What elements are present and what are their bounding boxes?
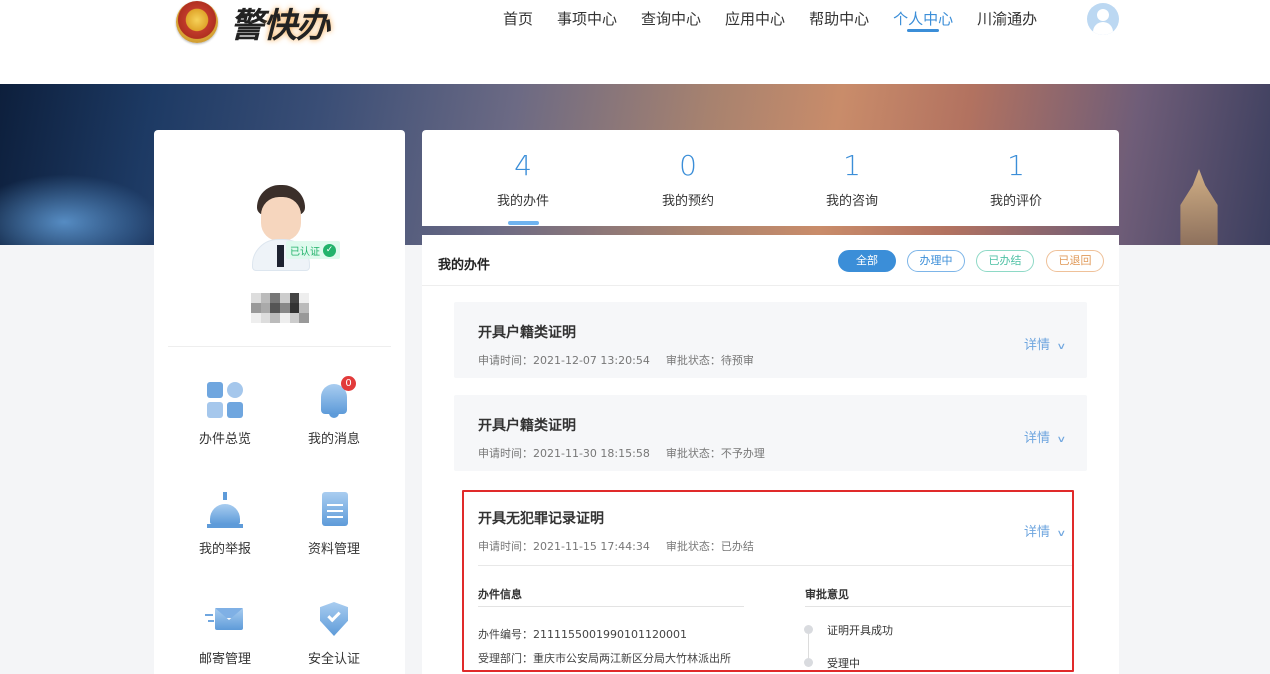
stat-value: 4 <box>514 149 532 182</box>
timeline-step: 受理中 <box>827 657 860 670</box>
menu-overview[interactable]: 办件总览 <box>170 380 280 447</box>
stat-value: 1 <box>1007 149 1025 182</box>
case-item-expanded: 开具无犯罪记录证明 申请时间：2021-11-15 17:44:34 审批状态：已… <box>454 490 1087 674</box>
alarm-icon <box>205 490 245 530</box>
overview-icon <box>205 380 245 420</box>
menu-mail[interactable]: 邮寄管理 <box>170 600 280 667</box>
police-emblem-icon <box>176 1 218 43</box>
menu-label: 资料管理 <box>307 542 360 557</box>
stat-label: 我的预约 <box>661 194 714 209</box>
case-department: 受理部门：重庆市公安局两江新区分局大竹林派出所 <box>478 652 731 665</box>
approval-rule <box>805 606 1071 607</box>
menu-messages[interactable]: 我的消息 <box>279 380 389 447</box>
chevron-down-icon: ∨ <box>1056 342 1067 352</box>
nav-home[interactable]: 首页 <box>503 0 533 38</box>
case-detail-toggle[interactable]: 详情 ∨ <box>1024 334 1067 353</box>
menu-report[interactable]: 我的举报 <box>170 490 280 557</box>
nav-personal[interactable]: 个人中心 <box>893 0 953 38</box>
check-icon: ✓ <box>323 243 336 257</box>
approval-heading: 审批意见 <box>805 588 849 601</box>
nav-matters[interactable]: 事项中心 <box>557 0 617 38</box>
case-title: 开具无犯罪记录证明 <box>478 511 604 527</box>
case-detail-toggle[interactable]: 详情 ∨ <box>1024 427 1067 446</box>
filter-completed-button[interactable]: 已办结 <box>976 250 1034 272</box>
panel-divider <box>422 285 1119 286</box>
mail-icon <box>205 600 245 640</box>
shield-icon <box>314 600 354 640</box>
menu-label: 我的消息 <box>307 432 360 447</box>
verified-badge: 已认证 ✓ <box>286 241 340 259</box>
menu-label: 办件总览 <box>198 432 251 447</box>
menu-security[interactable]: 安全认证 <box>279 600 389 667</box>
top-header: 警快办 首页 事项中心 查询中心 应用中心 帮助中心 个人中心 川渝通办 <box>0 0 1270 84</box>
case-info-heading: 办件信息 <box>478 588 522 601</box>
timeline-step: 证明开具成功 <box>827 624 893 637</box>
filter-returned-button[interactable]: 已退回 <box>1046 250 1104 272</box>
nav-help[interactable]: 帮助中心 <box>809 0 869 38</box>
stat-label: 我的咨询 <box>825 194 878 209</box>
site-logo[interactable]: 警快办 <box>176 0 330 46</box>
expanded-divider <box>478 565 1072 566</box>
stat-my-consultations[interactable]: 1 我的咨询 <box>787 148 917 209</box>
case-item: 开具户籍类证明 申请时间：2021-12-07 13:20:54 审批状态：待预审… <box>454 302 1087 378</box>
nav-apps[interactable]: 应用中心 <box>725 0 785 38</box>
document-icon <box>314 490 354 530</box>
stat-my-appointments[interactable]: 0 我的预约 <box>623 148 753 209</box>
case-info-rule <box>478 606 744 607</box>
stat-value: 1 <box>843 149 861 182</box>
stat-value: 0 <box>679 149 697 182</box>
case-title: 开具户籍类证明 <box>478 418 576 434</box>
menu-label: 安全认证 <box>307 652 360 667</box>
case-item: 开具户籍类证明 申请时间：2021-11-30 18:15:58 审批状态：不予办… <box>454 395 1087 471</box>
menu-label: 我的举报 <box>198 542 251 557</box>
case-meta: 申请时间：2021-12-07 13:20:54 审批状态：待预审 <box>478 354 754 367</box>
stat-my-reviews[interactable]: 1 我的评价 <box>951 148 1081 209</box>
stat-label: 我的评价 <box>989 194 1042 209</box>
case-detail-toggle[interactable]: 详情 ∨ <box>1024 521 1067 540</box>
logo-title: 警快办 <box>230 5 330 46</box>
filter-all-button[interactable]: 全部 <box>838 250 896 272</box>
nav-query[interactable]: 查询中心 <box>641 0 701 38</box>
case-number: 办件编号：211115500199010112000​1 <box>478 628 687 641</box>
banner-lights <box>0 174 160 245</box>
active-stat-indicator <box>508 221 539 225</box>
main-nav: 首页 事项中心 查询中心 应用中心 帮助中心 个人中心 川渝通办 <box>503 0 1061 38</box>
menu-label: 邮寄管理 <box>198 652 251 667</box>
user-avatar-icon[interactable] <box>1087 3 1119 35</box>
chevron-down-icon: ∨ <box>1056 435 1067 445</box>
case-meta: 申请时间：2021-11-30 18:15:58 审批状态：不予办理 <box>478 447 765 460</box>
menu-documents[interactable]: 资料管理 <box>279 490 389 557</box>
panel-title: 我的办件 <box>438 258 491 273</box>
message-count-badge: 0 <box>341 376 356 391</box>
case-title: 开具户籍类证明 <box>478 325 576 341</box>
stat-my-cases[interactable]: 4 我的办件 <box>458 148 588 209</box>
banner-tower <box>1180 169 1218 245</box>
timeline-dot-icon <box>804 625 813 634</box>
case-meta: 申请时间：2021-11-15 17:44:34 审批状态：已办结 <box>478 540 754 553</box>
chevron-down-icon: ∨ <box>1056 529 1067 539</box>
timeline-dot-icon <box>804 658 813 667</box>
stats-card: 4 我的办件 0 我的预约 1 我的咨询 1 我的评价 <box>422 130 1119 226</box>
filter-processing-button[interactable]: 办理中 <box>907 250 965 272</box>
nav-chuanyu[interactable]: 川渝通办 <box>977 0 1037 38</box>
blurred-username <box>251 293 309 323</box>
stat-label: 我的办件 <box>496 194 549 209</box>
profile-divider <box>168 346 391 347</box>
